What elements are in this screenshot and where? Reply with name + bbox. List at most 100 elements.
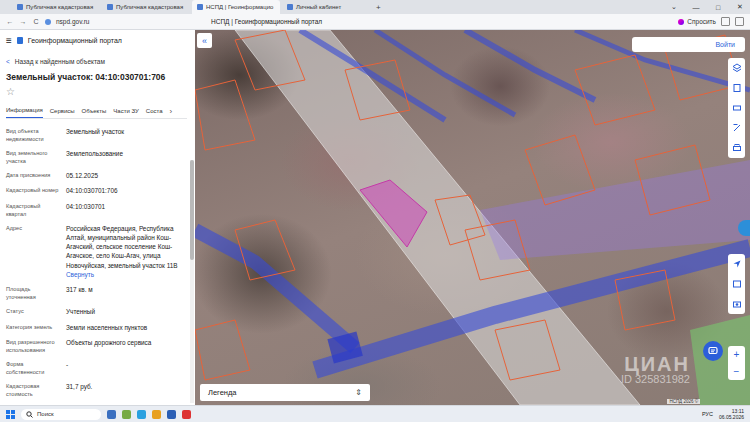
collapse-link[interactable]: Свернуть (66, 270, 187, 279)
document-icon[interactable] (728, 78, 745, 98)
language-indicator[interactable]: РУС (702, 411, 713, 417)
app-icon[interactable] (152, 410, 161, 419)
info-value: 05.12.2025 (66, 171, 187, 180)
window-control[interactable]: — (686, 0, 706, 14)
login-button[interactable]: Войти (632, 37, 745, 52)
zoom-button[interactable]: + (728, 346, 745, 363)
url-field[interactable]: nspd.gov.ru (56, 18, 206, 25)
app-icon[interactable] (122, 410, 131, 419)
info-value: 317 кв. м (66, 285, 187, 301)
edit-icon[interactable] (728, 118, 745, 138)
back-link[interactable]: <Назад к найденным объектам (6, 58, 187, 65)
map-toolbar-lower (728, 254, 745, 314)
app-icon[interactable] (167, 410, 176, 419)
menu-button[interactable]: ≡ (6, 35, 12, 46)
download-icon[interactable] (735, 17, 744, 26)
browser-tab[interactable]: НСПД | Геоинформацио (192, 0, 280, 14)
panel-tab[interactable]: Информация (6, 104, 43, 118)
info-row: Адрес Российская Федерация, Республика А… (6, 224, 187, 280)
watermark: ЦИАН ID 325831982 (621, 354, 690, 385)
locate-icon[interactable] (728, 254, 745, 274)
taskbar-search[interactable]: Поиск (21, 409, 101, 420)
zoom-controls: +− (728, 346, 745, 380)
info-label: Вид объекта недвижимости (6, 127, 60, 143)
panel-tab[interactable]: Части ЗУ (113, 105, 138, 118)
info-label: Дата присвоения (6, 171, 60, 180)
info-value: 31,7 руб. (66, 382, 187, 398)
nav-button[interactable]: C (32, 18, 40, 25)
side-panel: ≡ Геоинформационный портал <Назад к найд… (0, 30, 195, 405)
site-icon (45, 19, 51, 25)
info-value: Землепользование (66, 149, 187, 165)
legend[interactable]: Легенда⇕ (200, 384, 370, 401)
window-control[interactable]: ✕ (730, 0, 750, 14)
app-icon[interactable] (182, 410, 191, 419)
print-icon[interactable] (728, 138, 745, 158)
selected-parcel[interactable] (360, 180, 427, 247)
browser-tab[interactable]: Публичная кадастровая (102, 0, 190, 14)
chat-icon[interactable] (703, 341, 723, 361)
info-row: Кадастровый номер 04:10:030701:706 (6, 186, 187, 195)
tabs-scroll-button[interactable]: › (170, 107, 173, 116)
screen: Публичная кадастровая Публичная кадастро… (0, 0, 750, 422)
panel-tab[interactable]: Соста (146, 105, 163, 118)
new-tab-button[interactable]: + (372, 0, 385, 14)
info-value: Учтенный (66, 307, 187, 316)
map[interactable]: ЦИАН ID 325831982 « Войти +− Легенда⇕ НС… (195, 30, 750, 405)
layers-icon[interactable] (728, 58, 745, 78)
basemap-icon[interactable] (728, 274, 745, 294)
info-row: Форма собственности - (6, 360, 187, 376)
info-label: Вид разрешенного использования (6, 338, 60, 354)
info-row: Кадастровый квартал 04:10:030701 (6, 202, 187, 218)
attribution: НСПД 2026 © (667, 399, 700, 404)
info-value: Земельный участок (66, 127, 187, 143)
info-label: Категория земель (6, 323, 60, 332)
ask-button[interactable]: Спросить (678, 18, 716, 25)
info-value: 04:10:030701:706 (66, 186, 187, 195)
info-row: Кадастровая стоимость 31,7 руб. (6, 382, 187, 398)
info-row: Площадь уточненная 317 кв. м (6, 285, 187, 301)
info-row: Категория земель Земли населенных пункто… (6, 323, 187, 332)
info-label: Площадь уточненная (6, 285, 60, 301)
taskbar: Поиск РУС 13:1106.05.2026 (0, 405, 750, 422)
collapse-panel-button[interactable]: « (197, 33, 212, 48)
info-row: Дата присвоения 05.12.2025 (6, 171, 187, 180)
info-value: Земли населенных пунктов (66, 323, 187, 332)
window-control[interactable]: ⌄ (664, 0, 684, 14)
info-value: Объекты дорожного сервиса (66, 338, 187, 354)
nav-button[interactable]: ← (6, 18, 14, 25)
zoom-button[interactable]: − (728, 363, 745, 380)
nav-button[interactable]: → (19, 18, 27, 25)
map-toolbar (728, 58, 745, 158)
info-row: Вид разрешенного использования Объекты д… (6, 338, 187, 354)
info-value: - (66, 360, 187, 376)
page-title: НСПД | Геоинформационный портал (211, 18, 673, 25)
favicon-icon (107, 4, 113, 10)
favorite-button[interactable]: ☆ (6, 86, 187, 100)
scrollbar[interactable] (190, 160, 194, 403)
panel-tab[interactable]: Объекты (82, 105, 107, 118)
app-icon[interactable] (107, 410, 116, 419)
panel-tabs: Информация Сервисы Объекты Части ЗУ Соста › (6, 104, 187, 119)
panel-tab[interactable]: Сервисы (50, 105, 75, 118)
window-control[interactable]: □ (708, 0, 728, 14)
info-row: Вид объекта недвижимости Земельный участ… (6, 127, 187, 143)
feedback-icon[interactable] (738, 220, 750, 236)
info-label: Вид земельного участка (6, 149, 60, 165)
info-list: Вид объекта недвижимости Земельный участ… (6, 127, 187, 398)
browser-tab-bar: Публичная кадастровая Публичная кадастро… (0, 0, 750, 14)
ruler-icon[interactable] (728, 98, 745, 118)
info-label: Статус (6, 307, 60, 316)
info-value: Российская Федерация, Республика Алтай, … (66, 224, 187, 280)
extension-icon[interactable] (721, 17, 730, 26)
assistant-icon (678, 19, 684, 25)
clock[interactable]: 13:1106.05.2026 (719, 408, 744, 420)
app-icon[interactable] (137, 410, 146, 419)
info-label: Форма собственности (6, 360, 60, 376)
browser-tab[interactable]: Публичная кадастровая (12, 0, 100, 14)
screenshot-icon[interactable] (728, 294, 745, 314)
windows-logo-icon[interactable] (6, 410, 15, 419)
info-value: 04:10:030701 (66, 202, 187, 218)
address-bar: ← → C nspd.gov.ru НСПД | Геоинформационный… (0, 14, 750, 30)
browser-tab[interactable]: Личный кабинет (282, 0, 370, 14)
